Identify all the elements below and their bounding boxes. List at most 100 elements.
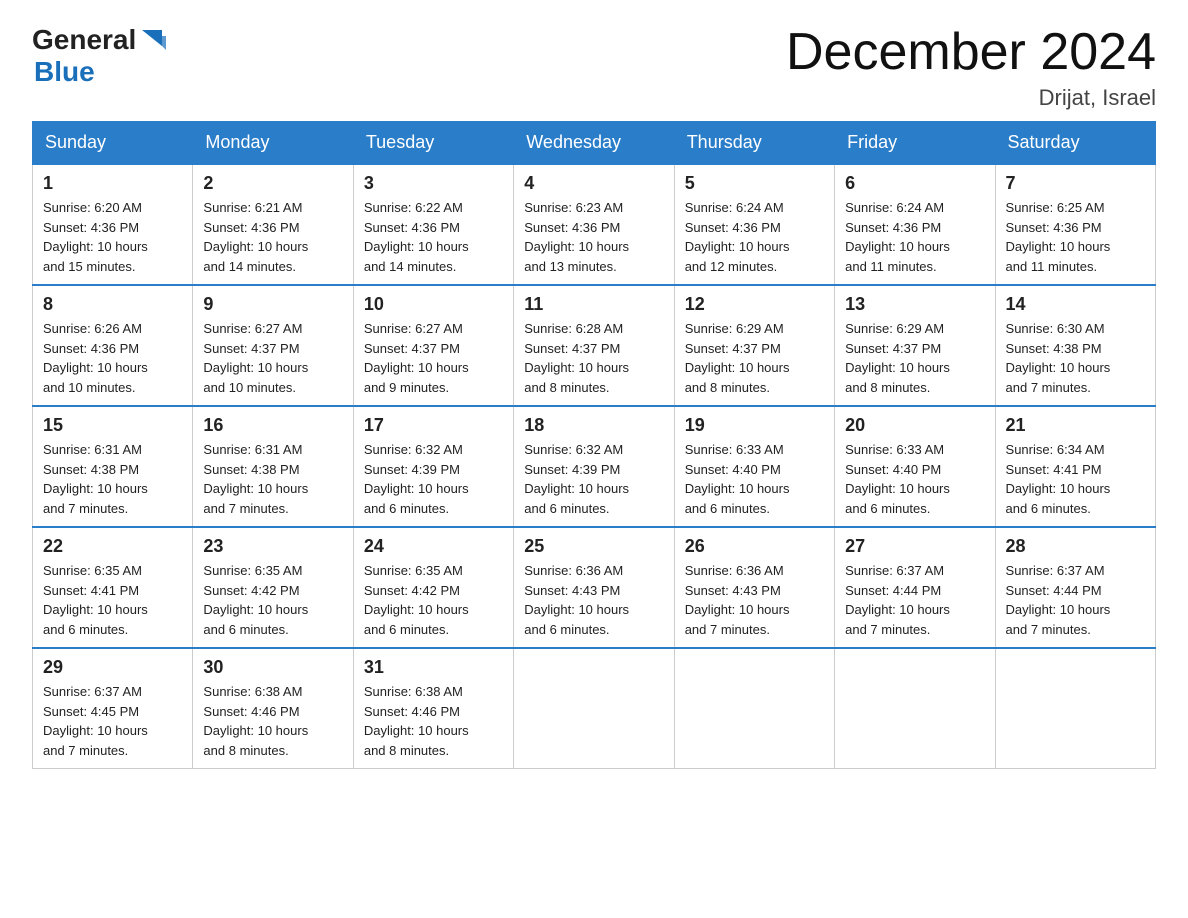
day-info: Sunrise: 6:32 AMSunset: 4:39 PMDaylight:… (524, 440, 663, 518)
day-info: Sunrise: 6:27 AMSunset: 4:37 PMDaylight:… (203, 319, 342, 397)
calendar-day-cell: 10 Sunrise: 6:27 AMSunset: 4:37 PMDayligh… (353, 285, 513, 406)
day-info: Sunrise: 6:22 AMSunset: 4:36 PMDaylight:… (364, 198, 503, 276)
day-number: 5 (685, 173, 824, 194)
day-info: Sunrise: 6:37 AMSunset: 4:45 PMDaylight:… (43, 682, 182, 760)
day-number: 10 (364, 294, 503, 315)
day-number: 16 (203, 415, 342, 436)
day-info: Sunrise: 6:33 AMSunset: 4:40 PMDaylight:… (685, 440, 824, 518)
day-info: Sunrise: 6:25 AMSunset: 4:36 PMDaylight:… (1006, 198, 1145, 276)
day-number: 22 (43, 536, 182, 557)
calendar-day-cell: 30Sunrise: 6:38 AMSunset: 4:46 PMDayligh… (193, 648, 353, 769)
day-info: Sunrise: 6:38 AMSunset: 4:46 PMDaylight:… (364, 682, 503, 760)
day-number: 13 (845, 294, 984, 315)
weekday-header-thursday: Thursday (674, 122, 834, 165)
day-number: 17 (364, 415, 503, 436)
day-info: Sunrise: 6:31 AMSunset: 4:38 PMDaylight:… (203, 440, 342, 518)
day-info: Sunrise: 6:29 AMSunset: 4:37 PMDaylight:… (845, 319, 984, 397)
calendar-day-cell: 17 Sunrise: 6:32 AMSunset: 4:39 PMDayligh… (353, 406, 513, 527)
day-number: 23 (203, 536, 342, 557)
day-info: Sunrise: 6:23 AMSunset: 4:36 PMDaylight:… (524, 198, 663, 276)
day-info: Sunrise: 6:35 AMSunset: 4:42 PMDaylight:… (364, 561, 503, 639)
day-number: 1 (43, 173, 182, 194)
logo: General Blue (32, 24, 166, 88)
weekday-header-tuesday: Tuesday (353, 122, 513, 165)
day-info: Sunrise: 6:20 AMSunset: 4:36 PMDaylight:… (43, 198, 182, 276)
day-number: 3 (364, 173, 503, 194)
calendar-day-cell: 9 Sunrise: 6:27 AMSunset: 4:37 PMDaylight… (193, 285, 353, 406)
calendar-week-row: 8Sunrise: 6:26 AMSunset: 4:36 PMDaylight… (33, 285, 1156, 406)
day-info: Sunrise: 6:35 AMSunset: 4:41 PMDaylight:… (43, 561, 182, 639)
calendar-day-cell: 4 Sunrise: 6:23 AMSunset: 4:36 PMDaylight… (514, 164, 674, 285)
calendar-empty-cell (674, 648, 834, 769)
calendar-day-cell: 16 Sunrise: 6:31 AMSunset: 4:38 PMDayligh… (193, 406, 353, 527)
calendar-day-cell: 19 Sunrise: 6:33 AMSunset: 4:40 PMDayligh… (674, 406, 834, 527)
day-number: 2 (203, 173, 342, 194)
calendar-week-row: 15 Sunrise: 6:31 AMSunset: 4:38 PMDayligh… (33, 406, 1156, 527)
calendar-table: SundayMondayTuesdayWednesdayThursdayFrid… (32, 121, 1156, 769)
location-subtitle: Drijat, Israel (786, 85, 1156, 111)
weekday-header-wednesday: Wednesday (514, 122, 674, 165)
calendar-day-cell: 11Sunrise: 6:28 AMSunset: 4:37 PMDayligh… (514, 285, 674, 406)
calendar-week-row: 22 Sunrise: 6:35 AMSunset: 4:41 PMDayligh… (33, 527, 1156, 648)
calendar-day-cell: 23 Sunrise: 6:35 AMSunset: 4:42 PMDayligh… (193, 527, 353, 648)
weekday-header-row: SundayMondayTuesdayWednesdayThursdayFrid… (33, 122, 1156, 165)
day-info: Sunrise: 6:31 AMSunset: 4:38 PMDaylight:… (43, 440, 182, 518)
weekday-header-friday: Friday (835, 122, 995, 165)
day-number: 27 (845, 536, 984, 557)
day-number: 11 (524, 294, 663, 315)
day-number: 9 (203, 294, 342, 315)
day-info: Sunrise: 6:34 AMSunset: 4:41 PMDaylight:… (1006, 440, 1145, 518)
calendar-day-cell: 7Sunrise: 6:25 AMSunset: 4:36 PMDaylight… (995, 164, 1155, 285)
day-info: Sunrise: 6:37 AMSunset: 4:44 PMDaylight:… (845, 561, 984, 639)
calendar-empty-cell (514, 648, 674, 769)
calendar-day-cell: 21 Sunrise: 6:34 AMSunset: 4:41 PMDayligh… (995, 406, 1155, 527)
day-info: Sunrise: 6:26 AMSunset: 4:36 PMDaylight:… (43, 319, 182, 397)
day-number: 26 (685, 536, 824, 557)
day-info: Sunrise: 6:24 AMSunset: 4:36 PMDaylight:… (685, 198, 824, 276)
day-info: Sunrise: 6:30 AMSunset: 4:38 PMDaylight:… (1006, 319, 1145, 397)
day-info: Sunrise: 6:37 AMSunset: 4:44 PMDaylight:… (1006, 561, 1145, 639)
calendar-day-cell: 24 Sunrise: 6:35 AMSunset: 4:42 PMDayligh… (353, 527, 513, 648)
day-number: 28 (1006, 536, 1145, 557)
day-info: Sunrise: 6:35 AMSunset: 4:42 PMDaylight:… (203, 561, 342, 639)
day-info: Sunrise: 6:36 AMSunset: 4:43 PMDaylight:… (524, 561, 663, 639)
calendar-day-cell: 2 Sunrise: 6:21 AMSunset: 4:36 PMDaylight… (193, 164, 353, 285)
calendar-day-cell: 12Sunrise: 6:29 AMSunset: 4:37 PMDayligh… (674, 285, 834, 406)
calendar-day-cell: 14 Sunrise: 6:30 AMSunset: 4:38 PMDayligh… (995, 285, 1155, 406)
calendar-day-cell: 15 Sunrise: 6:31 AMSunset: 4:38 PMDayligh… (33, 406, 193, 527)
month-year-title: December 2024 (786, 24, 1156, 81)
logo-triangle-icon (138, 26, 166, 54)
logo-blue-text: Blue (34, 56, 95, 88)
logo-general-text: General (32, 24, 136, 56)
page-header: General Blue December 2024 Drijat, Israe… (32, 24, 1156, 111)
calendar-day-cell: 31Sunrise: 6:38 AMSunset: 4:46 PMDayligh… (353, 648, 513, 769)
calendar-day-cell: 22 Sunrise: 6:35 AMSunset: 4:41 PMDayligh… (33, 527, 193, 648)
day-info: Sunrise: 6:21 AMSunset: 4:36 PMDaylight:… (203, 198, 342, 276)
calendar-day-cell: 20Sunrise: 6:33 AMSunset: 4:40 PMDayligh… (835, 406, 995, 527)
calendar-day-cell: 28 Sunrise: 6:37 AMSunset: 4:44 PMDayligh… (995, 527, 1155, 648)
calendar-day-cell: 5 Sunrise: 6:24 AMSunset: 4:36 PMDaylight… (674, 164, 834, 285)
day-number: 4 (524, 173, 663, 194)
calendar-day-cell: 18Sunrise: 6:32 AMSunset: 4:39 PMDayligh… (514, 406, 674, 527)
day-number: 19 (685, 415, 824, 436)
day-info: Sunrise: 6:33 AMSunset: 4:40 PMDaylight:… (845, 440, 984, 518)
weekday-header-saturday: Saturday (995, 122, 1155, 165)
title-block: December 2024 Drijat, Israel (786, 24, 1156, 111)
calendar-week-row: 1 Sunrise: 6:20 AMSunset: 4:36 PMDaylight… (33, 164, 1156, 285)
day-info: Sunrise: 6:36 AMSunset: 4:43 PMDaylight:… (685, 561, 824, 639)
day-number: 24 (364, 536, 503, 557)
day-number: 14 (1006, 294, 1145, 315)
calendar-week-row: 29 Sunrise: 6:37 AMSunset: 4:45 PMDayligh… (33, 648, 1156, 769)
calendar-day-cell: 13 Sunrise: 6:29 AMSunset: 4:37 PMDayligh… (835, 285, 995, 406)
calendar-empty-cell (995, 648, 1155, 769)
day-number: 15 (43, 415, 182, 436)
day-number: 29 (43, 657, 182, 678)
day-info: Sunrise: 6:32 AMSunset: 4:39 PMDaylight:… (364, 440, 503, 518)
day-info: Sunrise: 6:27 AMSunset: 4:37 PMDaylight:… (364, 319, 503, 397)
day-number: 12 (685, 294, 824, 315)
calendar-day-cell: 8Sunrise: 6:26 AMSunset: 4:36 PMDaylight… (33, 285, 193, 406)
weekday-header-sunday: Sunday (33, 122, 193, 165)
calendar-day-cell: 26 Sunrise: 6:36 AMSunset: 4:43 PMDayligh… (674, 527, 834, 648)
day-number: 21 (1006, 415, 1145, 436)
calendar-day-cell: 3 Sunrise: 6:22 AMSunset: 4:36 PMDaylight… (353, 164, 513, 285)
